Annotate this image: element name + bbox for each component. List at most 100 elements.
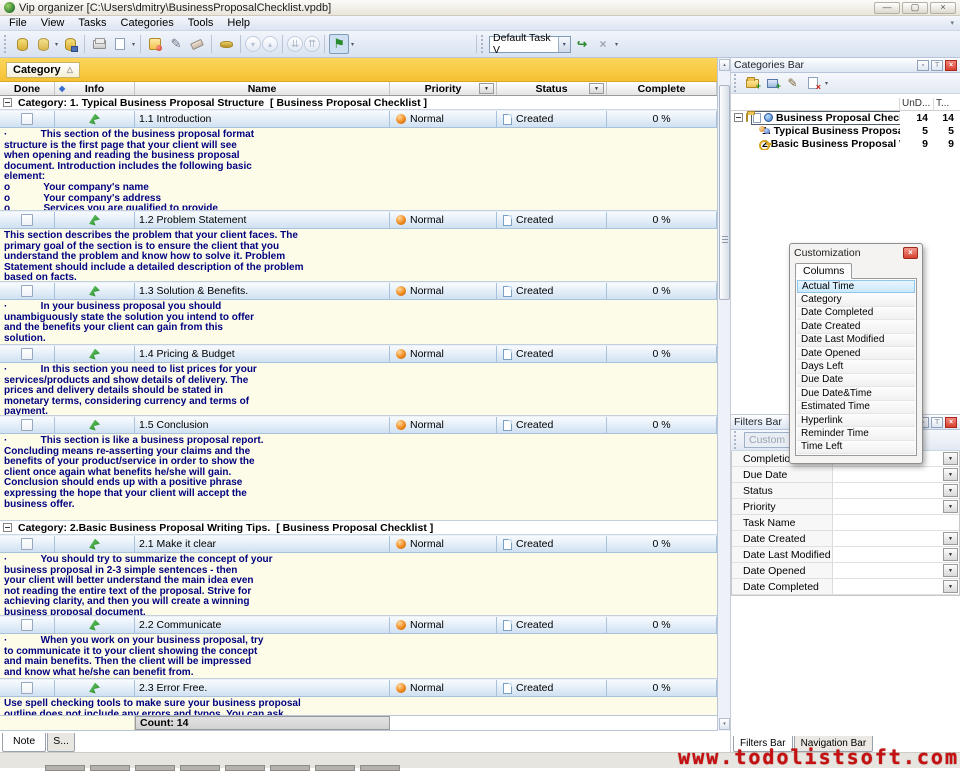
categories-toolbar-dropdown-icon[interactable]: ▾ xyxy=(825,80,828,87)
task-row[interactable]: 1.2 Problem Statement Normal Created 0 % xyxy=(0,211,717,229)
task-row[interactable]: 1.3 Solution & Benefits. Normal Created … xyxy=(0,282,717,300)
move-up-button[interactable]: ▴ xyxy=(262,36,278,52)
priority-filter-button[interactable]: ▼ xyxy=(479,83,494,94)
column-list-item[interactable]: Estimated Time xyxy=(797,401,915,414)
menu-help[interactable]: Help xyxy=(220,17,257,29)
new-database-button[interactable] xyxy=(12,34,32,54)
delete-category-button[interactable]: × xyxy=(804,75,821,91)
move-down-button[interactable]: ▾ xyxy=(245,36,261,52)
task-checkbox[interactable] xyxy=(21,619,33,631)
task-checkbox[interactable] xyxy=(21,113,33,125)
open-database-button[interactable] xyxy=(33,34,53,54)
flag-dropdown-icon[interactable]: ▾ xyxy=(351,41,354,48)
move-bottom-button[interactable]: ⇊ xyxy=(287,36,303,52)
column-list-item[interactable]: Hyperlink xyxy=(797,414,915,427)
panel-close-icon[interactable]: × xyxy=(945,417,957,428)
filter-label[interactable]: Date Created xyxy=(732,531,833,546)
task-row[interactable]: 1.1 Introduction Normal Created 0 % xyxy=(0,110,717,128)
close-button[interactable]: × xyxy=(930,2,956,14)
task-name[interactable]: 2.2 Communicate xyxy=(135,617,390,633)
group-header-row[interactable]: Category: 2.Basic Business Proposal Writ… xyxy=(0,521,717,535)
task-checkbox[interactable] xyxy=(21,419,33,431)
combo-dropdown-icon[interactable]: ▾ xyxy=(558,37,570,52)
menu-file[interactable]: File xyxy=(2,17,34,29)
task-name[interactable]: 1.5 Conclusion xyxy=(135,417,390,433)
filter-dropdown-button[interactable]: ▼ xyxy=(943,548,958,561)
task-row[interactable]: 2.2 Communicate Normal Created 0 % xyxy=(0,616,717,634)
new-task-button[interactable] xyxy=(145,34,165,54)
column-list-item[interactable]: Date Last Modified xyxy=(797,334,915,347)
menu-view[interactable]: View xyxy=(34,17,72,29)
filter-label[interactable]: Priority xyxy=(732,499,833,514)
task-name[interactable]: 1.2 Problem Statement xyxy=(135,212,390,228)
print-preview-button[interactable] xyxy=(110,34,130,54)
filter-value[interactable] xyxy=(833,483,942,498)
menu-tasks[interactable]: Tasks xyxy=(71,17,113,29)
task-name[interactable]: 2.3 Error Free. xyxy=(135,680,390,696)
filter-label[interactable]: Due Date xyxy=(732,467,833,482)
minimize-button[interactable]: — xyxy=(874,2,900,14)
view-dropdown-icon[interactable]: ▾ xyxy=(615,41,618,48)
column-list-item[interactable]: Date Opened xyxy=(797,347,915,360)
scrollbar-thumb[interactable] xyxy=(719,85,730,300)
filter-value[interactable] xyxy=(833,467,942,482)
group-by-chip[interactable]: Category △ xyxy=(6,62,80,78)
filter-label[interactable]: Date Opened xyxy=(732,563,833,578)
category-tree-row[interactable]: 1. Typical Business Proposal S 5 5 xyxy=(731,124,960,137)
collapse-icon[interactable] xyxy=(3,523,12,532)
panel-restore-icon[interactable]: ▫ xyxy=(917,60,929,71)
tab-note[interactable]: Note xyxy=(2,733,46,752)
column-status[interactable]: Status ▼ xyxy=(497,82,607,95)
filter-value[interactable] xyxy=(833,531,942,546)
filter-dropdown-button[interactable]: ▼ xyxy=(943,500,958,513)
column-priority[interactable]: Priority ▼ xyxy=(390,82,497,95)
edit-task-button[interactable]: ✎ xyxy=(166,34,186,54)
clear-view-button[interactable]: × xyxy=(593,34,613,54)
column-list-item[interactable]: Actual Time xyxy=(797,280,915,293)
filter-dropdown-button[interactable]: ▼ xyxy=(943,484,958,497)
column-list-item[interactable]: Time Left xyxy=(797,441,915,454)
filter-value[interactable] xyxy=(833,515,959,530)
panel-pin-icon[interactable]: ⊤ xyxy=(931,60,943,71)
filter-label[interactable]: Task Name xyxy=(732,515,833,530)
filter-dropdown-button[interactable]: ▼ xyxy=(943,452,958,465)
panel-close-icon[interactable]: × xyxy=(945,60,957,71)
task-name[interactable]: 2.1 Make it clear xyxy=(135,536,390,552)
filter-value[interactable] xyxy=(833,579,942,594)
column-list-item[interactable]: Days Left xyxy=(797,360,915,373)
task-checkbox[interactable] xyxy=(21,682,33,694)
menubar-overflow-icon[interactable]: ▾ xyxy=(950,19,958,27)
collapse-icon[interactable] xyxy=(3,98,12,107)
task-row[interactable]: 1.4 Pricing & Budget Normal Created 0 % xyxy=(0,345,717,363)
customization-title-bar[interactable]: Customization × xyxy=(790,244,922,261)
dialog-close-button[interactable]: × xyxy=(903,247,918,259)
task-row[interactable]: 2.1 Make it clear Normal Created 0 % xyxy=(0,535,717,553)
view-notes-button[interactable] xyxy=(216,34,236,54)
column-list-item[interactable]: Due Date&Time xyxy=(797,387,915,400)
filter-label[interactable]: Date Last Modified xyxy=(732,547,833,562)
selected-category[interactable]: Business Proposal Checklist xyxy=(751,111,900,125)
task-view-combobox[interactable]: Default Task V ▾ xyxy=(489,36,571,53)
filter-label[interactable]: Date Completed xyxy=(732,579,833,594)
column-list-item[interactable]: Date Created xyxy=(797,320,915,333)
filter-dropdown-button[interactable]: ▼ xyxy=(943,580,958,593)
filter-label[interactable]: Status xyxy=(732,483,833,498)
new-subcategory-button[interactable]: + xyxy=(764,75,781,91)
task-row[interactable]: 1.5 Conclusion Normal Created 0 % xyxy=(0,416,717,434)
print-button[interactable] xyxy=(89,34,109,54)
filter-dropdown-button[interactable]: ▼ xyxy=(943,564,958,577)
edit-category-button[interactable]: ✎ xyxy=(784,75,801,91)
task-checkbox[interactable] xyxy=(21,538,33,550)
open-database-dropdown-icon[interactable]: ▾ xyxy=(55,41,58,48)
column-list-item[interactable]: Due Date xyxy=(797,374,915,387)
category-tree-row[interactable]: 2.Basic Business Proposal Wri 9 9 xyxy=(731,137,960,150)
task-row[interactable]: 2.3 Error Free. Normal Created 0 % xyxy=(0,679,717,697)
task-checkbox[interactable] xyxy=(21,285,33,297)
filter-value[interactable] xyxy=(833,499,942,514)
column-list-item[interactable]: Date Completed xyxy=(797,307,915,320)
apply-view-button[interactable]: ↪ xyxy=(572,34,592,54)
filter-dropdown-button[interactable]: ▼ xyxy=(943,532,958,545)
column-list-item[interactable]: Category xyxy=(797,293,915,306)
tab-s[interactable]: S... xyxy=(47,733,75,752)
task-checkbox[interactable] xyxy=(21,348,33,360)
